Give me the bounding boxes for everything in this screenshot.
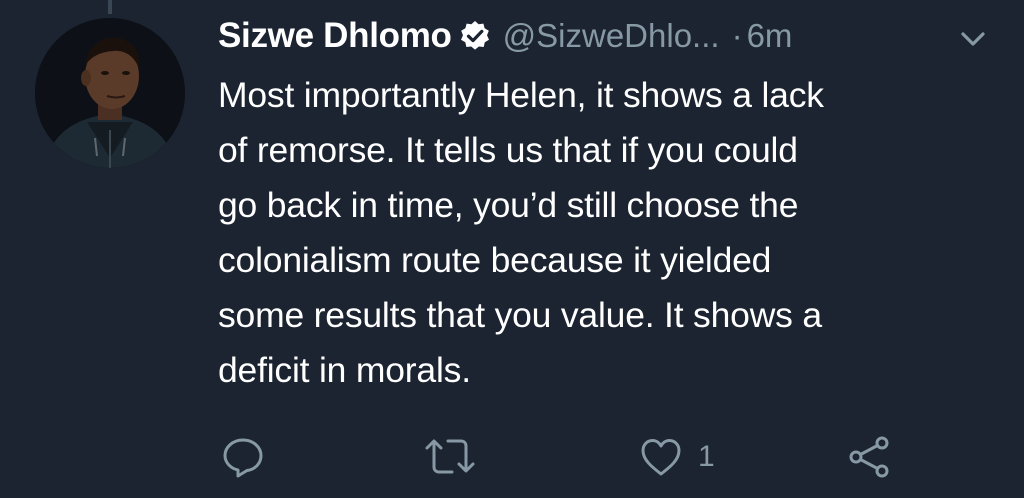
tweet-text-line: go back in time, you’d still choose the xyxy=(218,185,799,225)
reply-icon xyxy=(223,438,263,478)
user-handle[interactable]: @SizweDhlo... xyxy=(503,17,720,55)
retweet-button[interactable] xyxy=(422,434,478,480)
heart-icon xyxy=(641,439,681,476)
tweet-text-line: colonialism route because it yielded xyxy=(218,240,772,280)
tweet-header: Sizwe Dhlomo @SizweDhlo... · 6m xyxy=(218,10,792,62)
chevron-down-icon[interactable] xyxy=(958,24,988,54)
tweet-text-line: Most importantly Helen, it shows a lack xyxy=(218,75,824,115)
timestamp[interactable]: 6m xyxy=(747,17,793,55)
retweet-icon xyxy=(425,439,475,474)
tweet-text: Most importantly Helen, it shows a lack … xyxy=(218,68,998,398)
display-name[interactable]: Sizwe Dhlomo xyxy=(218,16,452,56)
reply-button[interactable] xyxy=(220,434,266,480)
separator-dot: · xyxy=(731,17,743,54)
like-count: 1 xyxy=(698,440,715,473)
share-icon xyxy=(849,436,889,478)
thread-connector-line xyxy=(108,0,112,14)
verified-badge-icon xyxy=(459,20,491,52)
share-button[interactable] xyxy=(846,434,892,480)
avatar-photo xyxy=(35,18,185,168)
avatar[interactable] xyxy=(35,18,185,168)
tweet-text-line: some results that you value. It shows a xyxy=(218,295,822,335)
tweet-text-line: deficit in morals. xyxy=(218,350,471,390)
tweet-actions-bar: 1 xyxy=(0,432,1024,482)
like-button[interactable]: 1 xyxy=(638,434,715,480)
tweet-text-line: of remorse. It tells us that if you coul… xyxy=(218,130,798,170)
